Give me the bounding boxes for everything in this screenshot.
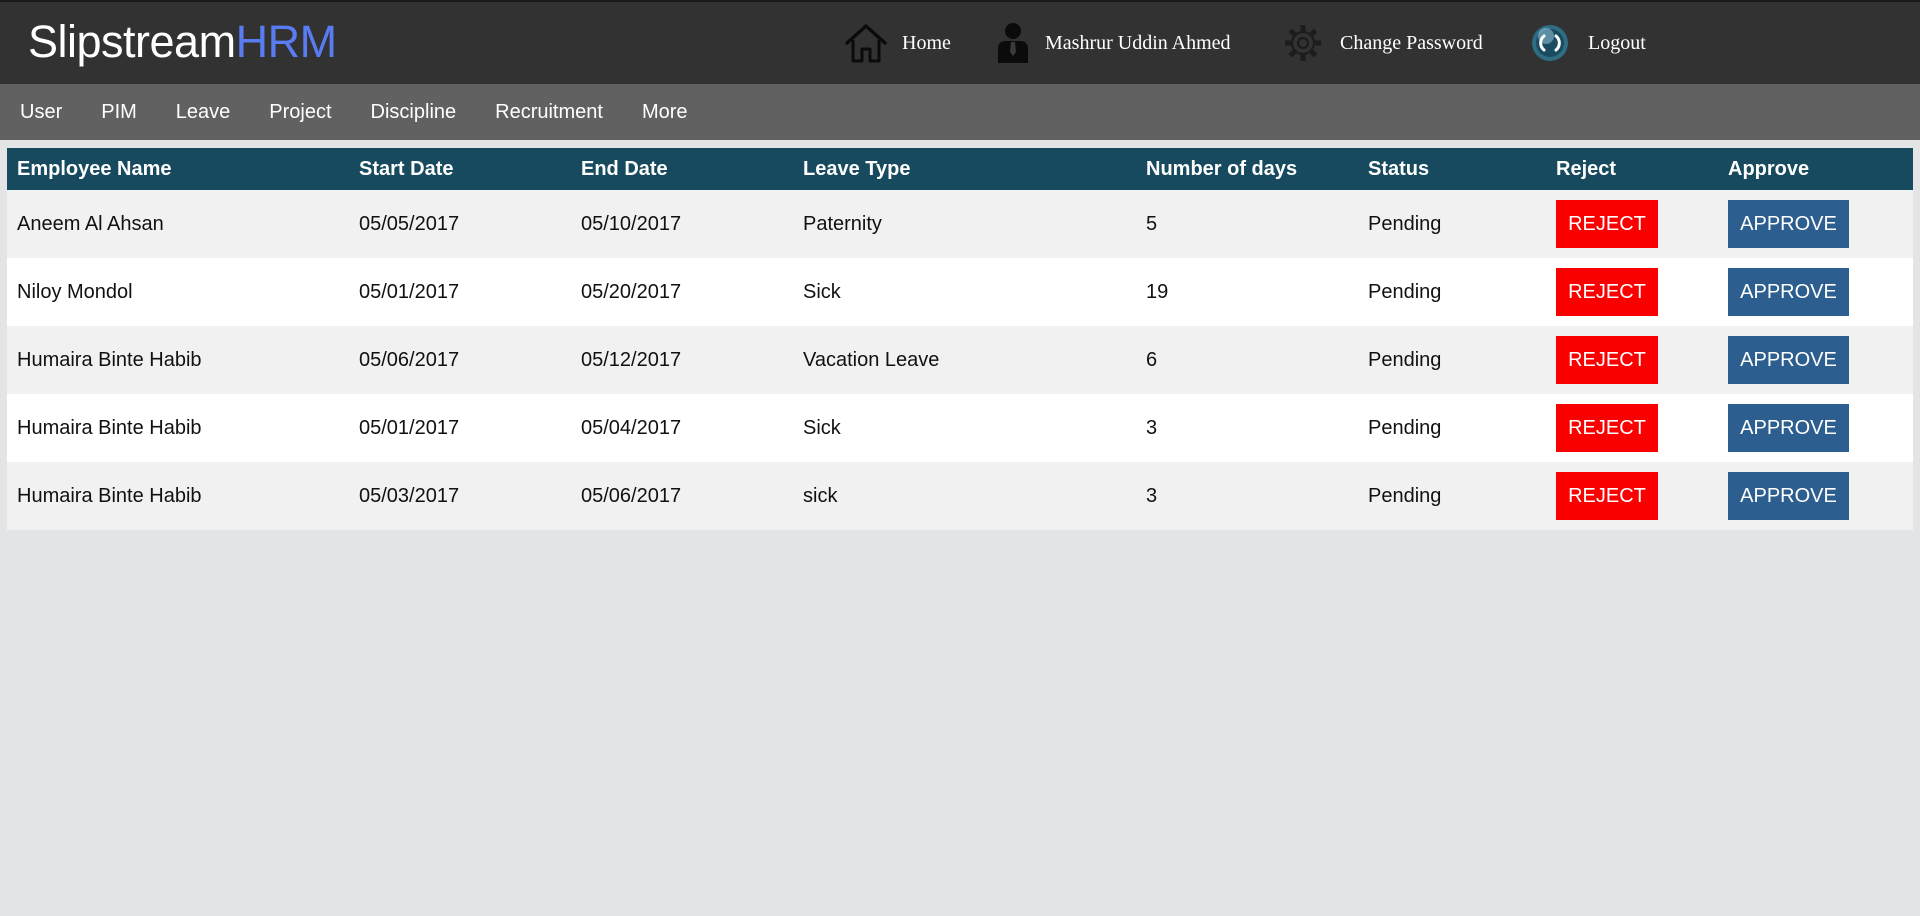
logo-text-accent: HRM bbox=[235, 16, 337, 67]
app-logo[interactable]: SlipstreamHRM bbox=[28, 16, 337, 68]
menu-item-recruitment[interactable]: Recruitment bbox=[495, 101, 603, 124]
home-link[interactable]: Home bbox=[844, 2, 951, 84]
employee-name-cell: Humaira Binte Habib bbox=[17, 348, 202, 371]
logout-link[interactable]: Logout bbox=[1530, 2, 1646, 84]
leave-type-cell: sick bbox=[803, 484, 838, 507]
number-of-days-cell: 6 bbox=[1146, 348, 1158, 371]
status-cell: Pending bbox=[1368, 416, 1442, 439]
leave-requests-table-container: Employee Name Start Date End Date Leave … bbox=[7, 148, 1913, 530]
end-date-cell: 05/06/2017 bbox=[581, 484, 682, 507]
leave-type-cell: Sick bbox=[803, 416, 841, 439]
table-header-row: Employee Name Start Date End Date Leave … bbox=[7, 148, 1913, 190]
start-date-cell: 05/01/2017 bbox=[359, 280, 460, 303]
approve-cell: APPROVE bbox=[1718, 394, 1913, 462]
reject-cell: REJECT bbox=[1546, 462, 1718, 530]
reject-cell: REJECT bbox=[1546, 394, 1718, 462]
start-date-cell: 05/05/2017 bbox=[359, 212, 460, 235]
reject-button[interactable]: REJECT bbox=[1556, 336, 1658, 384]
employee-name-cell: Aneem Al Ahsan bbox=[17, 212, 164, 235]
user-icon bbox=[995, 21, 1031, 65]
reject-button[interactable]: REJECT bbox=[1556, 404, 1658, 452]
approve-button[interactable]: APPROVE bbox=[1728, 404, 1849, 452]
column-header-start-date: Start Date bbox=[359, 157, 454, 180]
user-name-label: Mashrur Uddin Ahmed bbox=[1045, 31, 1231, 54]
leave-type-cell: Sick bbox=[803, 280, 841, 303]
table-row: Niloy Mondol 05/01/2017 05/20/2017 Sick … bbox=[7, 258, 1913, 326]
status-cell: Pending bbox=[1368, 348, 1442, 371]
leave-requests-table: Employee Name Start Date End Date Leave … bbox=[7, 148, 1913, 530]
home-link-label: Home bbox=[902, 31, 951, 54]
logout-label: Logout bbox=[1588, 31, 1646, 54]
start-date-cell: 05/01/2017 bbox=[359, 416, 460, 439]
approve-button[interactable]: APPROVE bbox=[1728, 200, 1849, 248]
reject-cell: REJECT bbox=[1546, 190, 1718, 258]
end-date-cell: 05/12/2017 bbox=[581, 348, 682, 371]
menu-item-discipline[interactable]: Discipline bbox=[371, 101, 457, 124]
end-date-cell: 05/04/2017 bbox=[581, 416, 682, 439]
end-date-cell: 05/20/2017 bbox=[581, 280, 682, 303]
logout-icon bbox=[1530, 23, 1570, 63]
reject-button[interactable]: REJECT bbox=[1556, 268, 1658, 316]
column-header-end-date: End Date bbox=[581, 157, 668, 180]
change-password-label: Change Password bbox=[1340, 31, 1483, 54]
column-header-employee-name: Employee Name bbox=[17, 157, 172, 180]
home-icon bbox=[844, 21, 888, 65]
number-of-days-cell: 19 bbox=[1146, 280, 1169, 303]
column-header-approve: Approve bbox=[1728, 157, 1810, 180]
number-of-days-cell: 3 bbox=[1146, 484, 1158, 507]
table-row: Humaira Binte Habib 05/01/2017 05/04/201… bbox=[7, 394, 1913, 462]
employee-name-cell: Humaira Binte Habib bbox=[17, 416, 202, 439]
reject-cell: REJECT bbox=[1546, 326, 1718, 394]
status-cell: Pending bbox=[1368, 280, 1442, 303]
logo-text-primary: Slipstream bbox=[28, 16, 236, 67]
employee-name-cell: Humaira Binte Habib bbox=[17, 484, 202, 507]
column-header-status: Status bbox=[1368, 157, 1430, 180]
number-of-days-cell: 3 bbox=[1146, 416, 1158, 439]
employee-name-cell: Niloy Mondol bbox=[17, 280, 133, 303]
main-menu: User PIM Leave Project Discipline Recrui… bbox=[0, 84, 1920, 140]
top-header: SlipstreamHRM Home Mashrur Uddin Ahmed C… bbox=[0, 0, 1920, 84]
table-row: Aneem Al Ahsan 05/05/2017 05/10/2017 Pat… bbox=[7, 190, 1913, 258]
reject-cell: REJECT bbox=[1546, 258, 1718, 326]
menu-item-project[interactable]: Project bbox=[269, 101, 331, 124]
menu-item-user[interactable]: User bbox=[20, 101, 62, 124]
gear-icon bbox=[1282, 22, 1324, 64]
menu-item-more[interactable]: More bbox=[642, 101, 688, 124]
approve-cell: APPROVE bbox=[1718, 258, 1913, 326]
approve-cell: APPROVE bbox=[1718, 190, 1913, 258]
end-date-cell: 05/10/2017 bbox=[581, 212, 682, 235]
menu-item-pim[interactable]: PIM bbox=[101, 101, 137, 124]
approve-button[interactable]: APPROVE bbox=[1728, 268, 1849, 316]
menu-item-leave[interactable]: Leave bbox=[176, 101, 231, 124]
user-profile-link[interactable]: Mashrur Uddin Ahmed bbox=[995, 2, 1231, 84]
approve-button[interactable]: APPROVE bbox=[1728, 472, 1849, 520]
table-row: Humaira Binte Habib 05/03/2017 05/06/201… bbox=[7, 462, 1913, 530]
leave-type-cell: Vacation Leave bbox=[803, 348, 940, 371]
column-header-number-of-days: Number of days bbox=[1146, 157, 1298, 180]
status-cell: Pending bbox=[1368, 212, 1442, 235]
approve-cell: APPROVE bbox=[1718, 326, 1913, 394]
start-date-cell: 05/06/2017 bbox=[359, 348, 460, 371]
approve-cell: APPROVE bbox=[1718, 462, 1913, 530]
column-header-reject: Reject bbox=[1556, 157, 1617, 180]
table-row: Humaira Binte Habib 05/06/2017 05/12/201… bbox=[7, 326, 1913, 394]
start-date-cell: 05/03/2017 bbox=[359, 484, 460, 507]
column-header-leave-type: Leave Type bbox=[803, 157, 911, 180]
reject-button[interactable]: REJECT bbox=[1556, 200, 1658, 248]
number-of-days-cell: 5 bbox=[1146, 212, 1158, 235]
reject-button[interactable]: REJECT bbox=[1556, 472, 1658, 520]
status-cell: Pending bbox=[1368, 484, 1442, 507]
change-password-link[interactable]: Change Password bbox=[1282, 2, 1483, 84]
approve-button[interactable]: APPROVE bbox=[1728, 336, 1849, 384]
leave-type-cell: Paternity bbox=[803, 212, 882, 235]
